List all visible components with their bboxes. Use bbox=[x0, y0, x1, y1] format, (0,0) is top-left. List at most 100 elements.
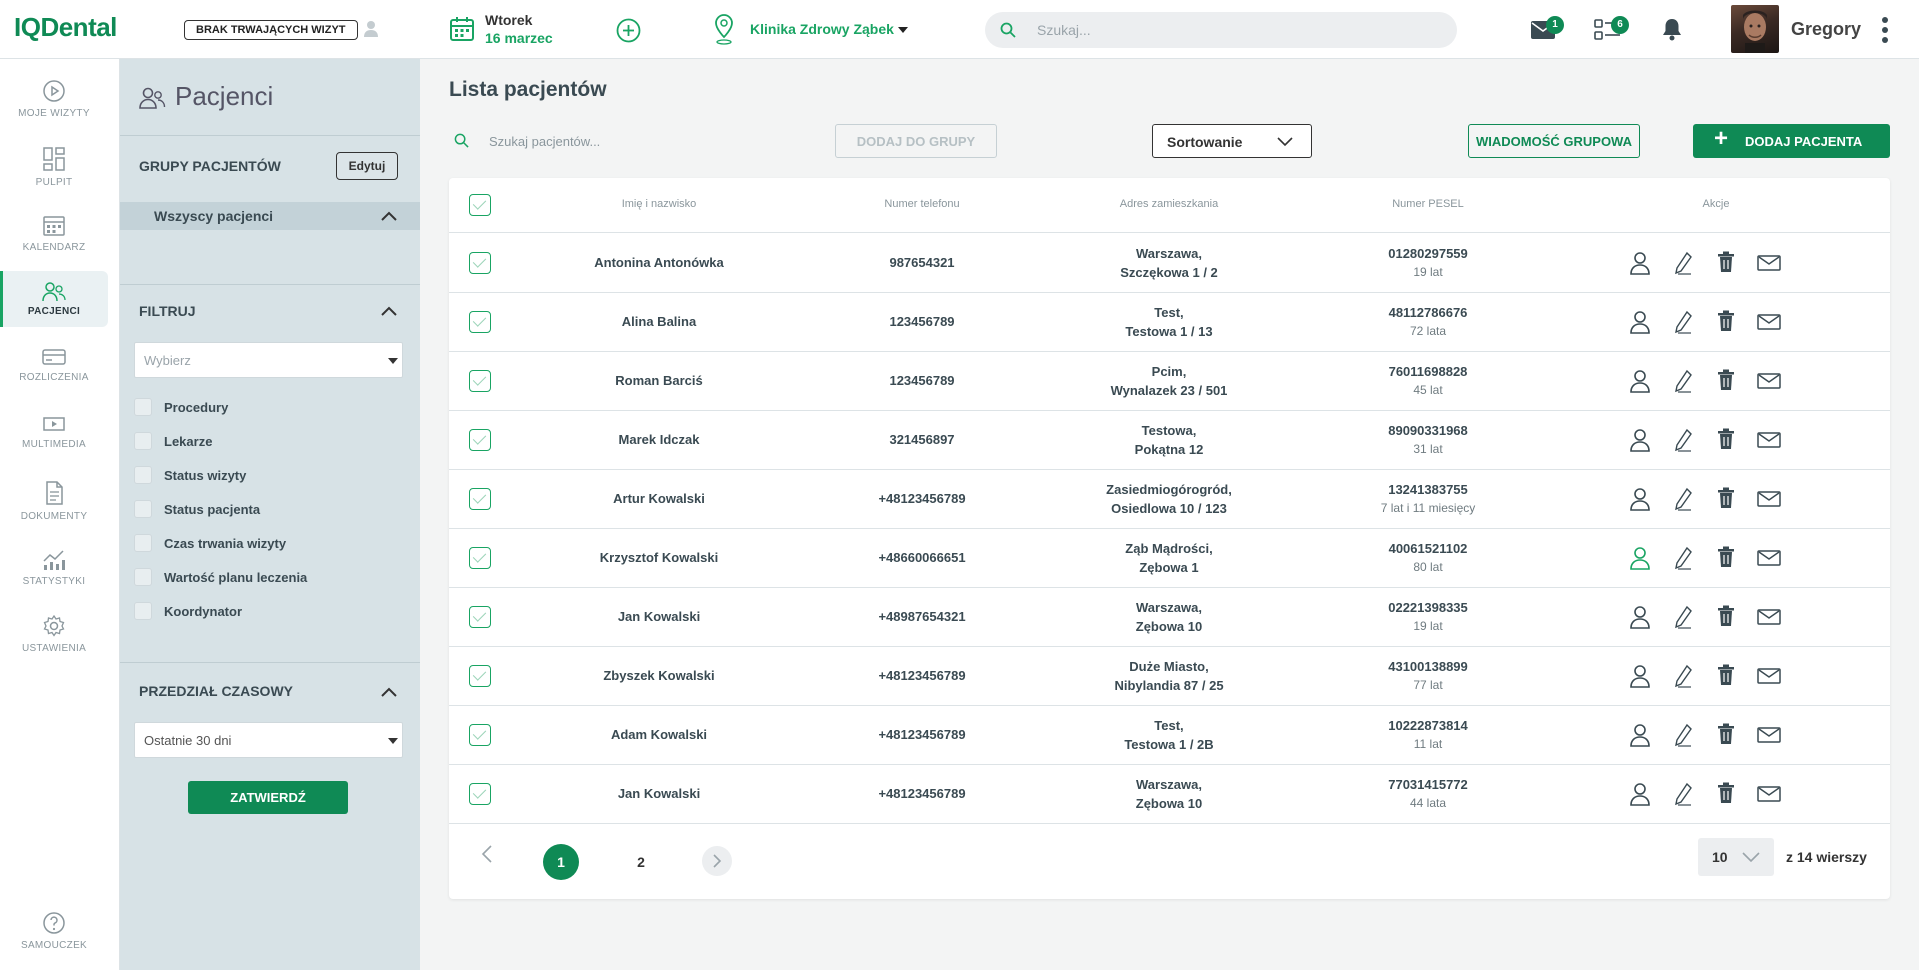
patient-name[interactable]: Roman Barciś bbox=[615, 373, 702, 388]
page-button[interactable]: 2 bbox=[623, 844, 659, 880]
patient-search[interactable] bbox=[449, 123, 799, 159]
delete-icon[interactable] bbox=[1717, 605, 1735, 627]
nav-item-documents[interactable]: DOKUMENTY bbox=[0, 480, 108, 536]
delete-icon[interactable] bbox=[1717, 369, 1735, 391]
profile-icon[interactable] bbox=[1629, 428, 1651, 452]
nav-item-dashboard[interactable]: PULPIT bbox=[0, 146, 108, 202]
row-checkbox[interactable] bbox=[469, 724, 491, 746]
group-item-all-patients[interactable]: Wszyscy pacjenci bbox=[120, 202, 420, 230]
profile-icon[interactable] bbox=[1629, 546, 1651, 570]
message-icon[interactable] bbox=[1757, 373, 1781, 389]
time-range-collapse-icon[interactable] bbox=[379, 685, 399, 699]
nav-item-statistics[interactable]: STATYSTYKI bbox=[0, 547, 108, 603]
row-checkbox[interactable] bbox=[469, 252, 491, 274]
patient-name[interactable]: Marek Idczak bbox=[619, 432, 700, 447]
message-icon[interactable] bbox=[1757, 786, 1781, 802]
checkbox[interactable] bbox=[134, 602, 152, 620]
message-icon[interactable] bbox=[1757, 727, 1781, 743]
patient-name[interactable]: Zbyszek Kowalski bbox=[603, 668, 714, 683]
row-checkbox[interactable] bbox=[469, 429, 491, 451]
patient-search-input[interactable] bbox=[489, 128, 789, 154]
clinic-selector[interactable]: Klinika Zdrowy Ząbek bbox=[750, 21, 894, 37]
profile-icon[interactable] bbox=[1629, 723, 1651, 747]
group-message-button[interactable]: WIADOMOŚĆ GRUPOWA bbox=[1468, 124, 1640, 158]
patient-name[interactable]: Jan Kowalski bbox=[618, 609, 700, 624]
nav-item-multimedia[interactable]: MULTIMEDIA bbox=[0, 414, 108, 470]
message-icon[interactable] bbox=[1757, 550, 1781, 566]
edit-icon[interactable] bbox=[1675, 664, 1693, 688]
sort-dropdown[interactable]: Sortowanie bbox=[1152, 124, 1312, 158]
edit-icon[interactable] bbox=[1675, 428, 1693, 452]
prev-page-button[interactable] bbox=[481, 844, 493, 864]
edit-icon[interactable] bbox=[1675, 723, 1693, 747]
checkbox[interactable] bbox=[134, 568, 152, 586]
table-row[interactable]: Artur Kowalski +48123456789 Zasiedmiogórog… bbox=[449, 470, 1890, 529]
edit-icon[interactable] bbox=[1675, 546, 1693, 570]
nav-item-my-visits[interactable]: MOJE WIZYTY bbox=[0, 79, 108, 135]
edit-icon[interactable] bbox=[1675, 251, 1693, 275]
delete-icon[interactable] bbox=[1717, 723, 1735, 745]
calendar-icon[interactable] bbox=[449, 16, 475, 42]
column-header-address[interactable]: Adres zamieszkania bbox=[1120, 198, 1218, 210]
profile-icon[interactable] bbox=[1629, 251, 1651, 275]
edit-icon[interactable] bbox=[1675, 310, 1693, 334]
table-row[interactable]: Alina Balina 123456789 Test, Testowa 1 / 13… bbox=[449, 293, 1890, 352]
nav-item-billing[interactable]: ROZLICZENIA bbox=[0, 347, 108, 403]
user-name[interactable]: Gregory bbox=[1791, 19, 1861, 40]
rows-per-page-select[interactable]: 10 bbox=[1698, 838, 1774, 876]
select-all-checkbox[interactable] bbox=[469, 194, 491, 216]
more-options-icon[interactable] bbox=[1881, 16, 1889, 44]
edit-groups-button[interactable]: Edytuj bbox=[336, 152, 398, 180]
delete-icon[interactable] bbox=[1717, 664, 1735, 686]
nav-item-calendar[interactable]: KALENDARZ bbox=[0, 213, 108, 269]
nav-item-settings[interactable]: USTAWIENIA bbox=[0, 614, 108, 670]
delete-icon[interactable] bbox=[1717, 310, 1735, 332]
global-search[interactable] bbox=[985, 12, 1457, 48]
message-icon[interactable] bbox=[1757, 255, 1781, 271]
patient-name[interactable]: Krzysztof Kowalski bbox=[600, 550, 718, 565]
row-checkbox[interactable] bbox=[469, 370, 491, 392]
bell-icon[interactable] bbox=[1661, 17, 1683, 41]
table-row[interactable]: Adam Kowalski +48123456789 Test, Testowa 1 … bbox=[449, 706, 1890, 765]
clinic-dropdown-icon[interactable] bbox=[897, 26, 909, 34]
delete-icon[interactable] bbox=[1717, 546, 1735, 568]
row-checkbox[interactable] bbox=[469, 783, 491, 805]
row-checkbox[interactable] bbox=[469, 547, 491, 569]
message-icon[interactable] bbox=[1757, 491, 1781, 507]
message-icon[interactable] bbox=[1757, 432, 1781, 448]
user-avatar[interactable] bbox=[1731, 5, 1779, 53]
row-checkbox[interactable] bbox=[469, 488, 491, 510]
time-range-select[interactable]: Ostatnie 30 dni bbox=[134, 722, 403, 758]
patient-name[interactable]: Adam Kowalski bbox=[611, 727, 707, 742]
checkbox[interactable] bbox=[134, 500, 152, 518]
profile-icon[interactable] bbox=[1629, 369, 1651, 393]
global-search-input[interactable] bbox=[1037, 12, 1437, 48]
filter-collapse-icon[interactable] bbox=[379, 304, 399, 318]
filter-select[interactable]: Wybierz bbox=[134, 342, 403, 378]
table-row[interactable]: Antonina Antonówka 987654321 Warszawa, Szcz… bbox=[449, 234, 1890, 293]
patient-name[interactable]: Alina Balina bbox=[622, 314, 696, 329]
no-visits-badge[interactable]: BRAK TRWAJĄCYCH WIZYT bbox=[184, 20, 358, 40]
profile-icon[interactable] bbox=[1629, 782, 1651, 806]
edit-icon[interactable] bbox=[1675, 782, 1693, 806]
add-visit-icon[interactable] bbox=[616, 18, 641, 43]
patient-name[interactable]: Artur Kowalski bbox=[613, 491, 705, 506]
table-row[interactable]: Jan Kowalski +48123456789 Warszawa, Zębowa … bbox=[449, 765, 1890, 824]
edit-icon[interactable] bbox=[1675, 487, 1693, 511]
profile-icon[interactable] bbox=[1629, 310, 1651, 334]
delete-icon[interactable] bbox=[1717, 251, 1735, 273]
page-button[interactable]: 1 bbox=[543, 844, 579, 880]
delete-icon[interactable] bbox=[1717, 487, 1735, 509]
checkbox[interactable] bbox=[134, 466, 152, 484]
nav-item-help[interactable]: SAMOUCZEK bbox=[0, 911, 108, 967]
confirm-filters-button[interactable]: ZATWIERDŹ bbox=[188, 781, 348, 814]
delete-icon[interactable] bbox=[1717, 782, 1735, 804]
nav-item-patients[interactable]: PACJENCI bbox=[0, 271, 108, 327]
app-logo[interactable]: IQDental bbox=[14, 12, 117, 43]
row-checkbox[interactable] bbox=[469, 606, 491, 628]
column-header-phone[interactable]: Numer telefonu bbox=[884, 198, 959, 210]
table-row[interactable]: Zbyszek Kowalski +48123456789 Duże Miasto,… bbox=[449, 647, 1890, 706]
row-checkbox[interactable] bbox=[469, 311, 491, 333]
table-row[interactable]: Roman Barciś 123456789 Pcim, Wynalazek 23 /… bbox=[449, 352, 1890, 411]
profile-icon[interactable] bbox=[1629, 664, 1651, 688]
